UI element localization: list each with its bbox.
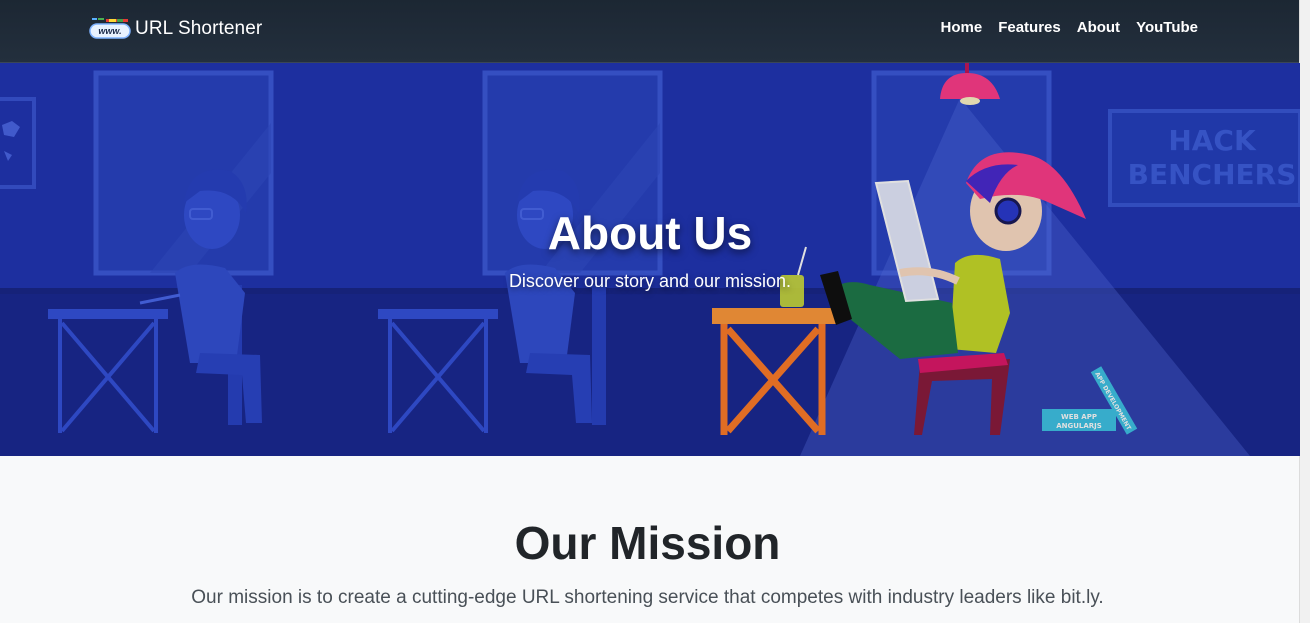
window-edge bbox=[1299, 0, 1310, 623]
nav-link-features[interactable]: Features bbox=[998, 19, 1061, 36]
svg-text:www.: www. bbox=[98, 26, 121, 36]
url-chain-logo-icon: www. bbox=[89, 16, 131, 42]
hero-section: HACK BENCHERS WEB APP ANGULARJS APP DEVE… bbox=[0, 63, 1300, 456]
mission-title: Our Mission bbox=[514, 517, 781, 569]
nav-link-about[interactable]: About bbox=[1077, 19, 1120, 36]
brand[interactable]: www. URL Shortener bbox=[89, 14, 262, 44]
brand-title: URL Shortener bbox=[135, 18, 263, 39]
hero-title: About Us bbox=[547, 207, 753, 259]
nav-links: Home Features About YouTube bbox=[941, 19, 1198, 36]
nav-link-youtube[interactable]: YouTube bbox=[1136, 19, 1198, 36]
navbar: www. URL Shortener Home Features About Y… bbox=[0, 0, 1310, 63]
mission-text: Our mission is to create a cutting-edge … bbox=[191, 587, 1104, 608]
hero-subtitle: Discover our story and our mission. bbox=[508, 271, 792, 291]
nav-link-home[interactable]: Home bbox=[941, 19, 983, 36]
